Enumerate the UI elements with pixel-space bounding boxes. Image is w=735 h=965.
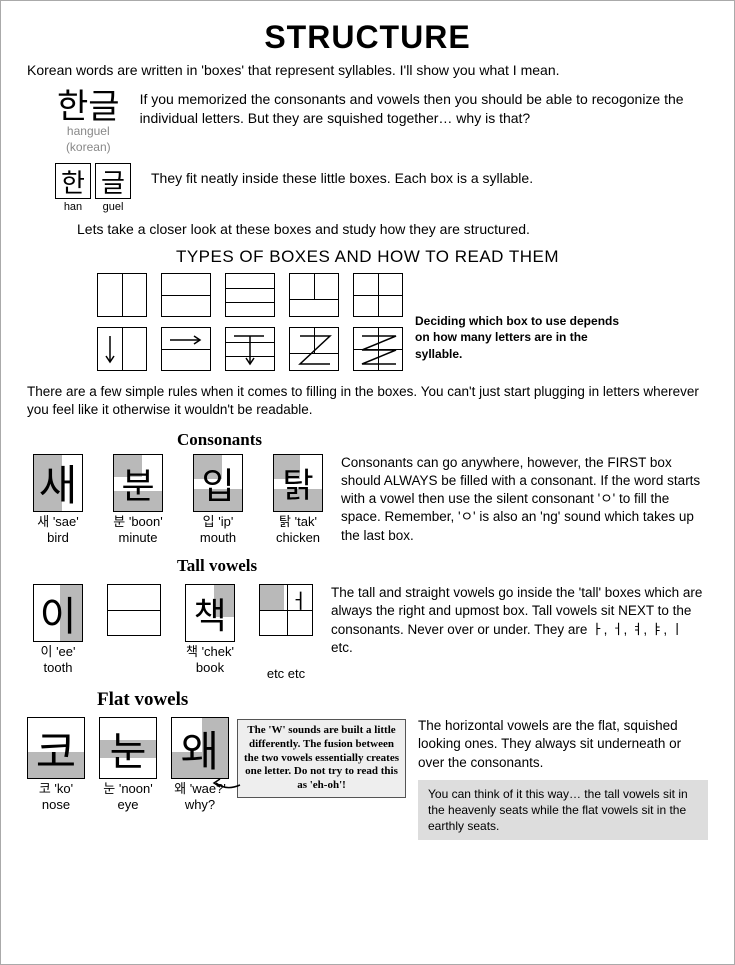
box-arrow-3 (225, 327, 275, 371)
consonant-box-tak: 탉 (273, 454, 323, 512)
tall-box-ee: 이 (33, 584, 83, 642)
consonant-box-boon: 분 (113, 454, 163, 512)
intro-text: Korean words are written in 'boxes' that… (27, 62, 708, 78)
translation-hanguel: (korean) (66, 140, 111, 156)
flat-eng-wae: why? (185, 797, 215, 812)
consonant-label-sae: 새 'sae' (37, 514, 79, 529)
tall-etc: etc etc (267, 666, 305, 681)
box-arrow-4 (289, 327, 339, 371)
rules-text: There are a few simple rules when it com… (27, 383, 708, 419)
w-sound-callout: The 'W' sounds are built a little differ… (237, 719, 406, 798)
flat-box-noon: 눈 (99, 717, 157, 779)
flat-vowels-heading: Flat vowels (97, 689, 708, 711)
tall-label-chek: 책 'chek' (186, 644, 234, 659)
flat-explain: The horizontal vowels are the flat, squi… (418, 717, 708, 772)
tall-box-chek: 책 (185, 584, 235, 642)
consonants-explain: Consonants can go anywhere, however, the… (341, 454, 708, 545)
tall-label-ee: 이 'ee' (41, 644, 76, 659)
flat-eng-noon: eye (118, 797, 139, 812)
syllable-label-han: han (64, 201, 82, 213)
consonants-heading: Consonants (177, 430, 708, 450)
box-type-4 (289, 273, 339, 317)
tall-explain: The tall and straight vowels go inside t… (331, 584, 708, 657)
example1-text: If you memorized the consonants and vowe… (140, 90, 708, 128)
syllable-box-guel: 글 (95, 163, 131, 199)
flat-label-noon: 눈 'noon' (103, 781, 152, 796)
flat-vowel-examples: 코 코 'ko'nose 눈 눈 'noon'eye 왜 왜 'wae?'why… (27, 717, 229, 814)
korean-word-hanguel: 한글 (57, 90, 120, 124)
example-boxes: 한 han 글 guel They fit neatly inside thes… (27, 163, 708, 213)
syllable-box-han: 한 (55, 163, 91, 199)
consonant-eng-ip: mouth (200, 530, 236, 545)
consonant-eng-boon: minute (118, 530, 157, 545)
syllable-label-guel: guel (103, 201, 124, 213)
tall-box-plain-h (107, 584, 161, 636)
box-type-5 (353, 273, 403, 317)
flat-box-wae: 왜 (171, 717, 229, 779)
tall-eng-ee: tooth (44, 660, 73, 675)
tall-vowels-heading: Tall vowels (177, 556, 708, 576)
consonant-label-tak: 탉 'tak' (279, 514, 317, 529)
heavenly-earthly-tip: You can think of it this way… the tall v… (418, 780, 708, 841)
tall-vowel-examples: 이 이 'ee'tooth 책 책 'chek'book ㅓ (33, 584, 313, 681)
consonant-box-ip: 입 (193, 454, 243, 512)
box-type-3 (225, 273, 275, 317)
side-note: Deciding which box to use depends on how… (415, 313, 635, 371)
box-type-2 (161, 273, 211, 317)
consonant-label-boon: 분 'boon' (113, 514, 162, 529)
box-type-grid (97, 273, 403, 371)
flat-label-ko: 코 'ko' (39, 781, 73, 796)
types-heading: TYPES OF BOXES AND HOW TO READ THEM (27, 247, 708, 267)
tall-eng-chek: book (196, 660, 224, 675)
closer-text: Lets take a closer look at these boxes a… (77, 221, 708, 237)
tall-box-plain-grid: ㅓ (259, 584, 313, 636)
page-title: STRUCTURE (27, 19, 708, 56)
consonant-box-sae: 새 (33, 454, 83, 512)
box-arrow-1 (97, 327, 147, 371)
example-hanguel: 한글 hanguel (korean) If you memorized the… (27, 90, 708, 155)
consonant-eng-tak: chicken (276, 530, 320, 545)
example2-text: They fit neatly inside these little boxe… (151, 163, 708, 188)
flat-eng-ko: nose (42, 797, 70, 812)
romanization-hanguel: hanguel (67, 124, 110, 140)
box-arrow-5 (353, 327, 403, 371)
consonant-examples: 새 새 'sae'bird 분 분 'boon'minute 입 입 'ip' (33, 454, 323, 547)
flat-box-ko: 코 (27, 717, 85, 779)
callout-arrow-icon (212, 775, 242, 795)
consonant-label-ip: 입 'ip' (203, 514, 234, 529)
box-arrow-2 (161, 327, 211, 371)
box-type-1 (97, 273, 147, 317)
consonant-eng-sae: bird (47, 530, 69, 545)
